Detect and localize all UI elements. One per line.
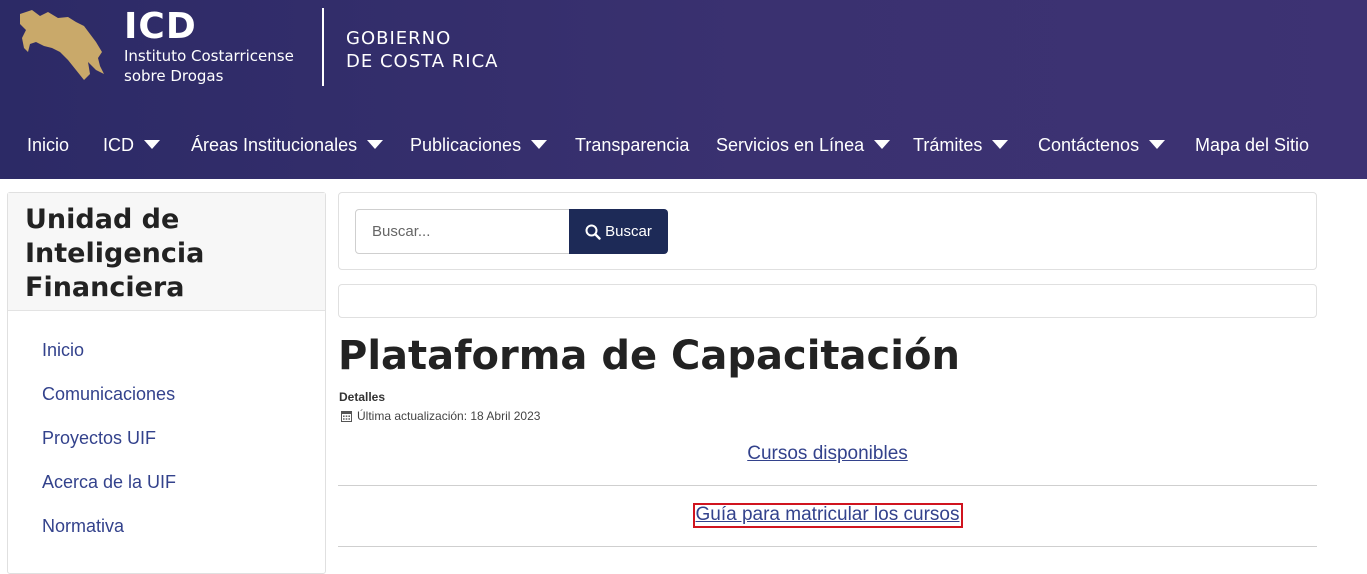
link-cursos-disponibles[interactable]: Cursos disponibles bbox=[747, 443, 908, 464]
sidebar-title-line2: Inteligencia bbox=[25, 238, 205, 269]
content-divider bbox=[338, 485, 1317, 486]
page-title: Plataforma de Capacitación bbox=[338, 333, 960, 379]
brand-subtitle-line2: sobre Drogas bbox=[124, 67, 224, 85]
nav-label: Transparencia bbox=[575, 135, 690, 155]
nav-item-mapa-del-sitio[interactable]: Mapa del Sitio bbox=[1195, 131, 1309, 159]
site-header: ICD Instituto Costarricense sobre Drogas… bbox=[0, 0, 1367, 179]
gov-line2: DE COSTA RICA bbox=[346, 51, 499, 72]
brand-subtitle: Instituto Costarricense sobre Drogas bbox=[124, 46, 294, 86]
search-button[interactable]: Buscar bbox=[569, 209, 668, 254]
sidebar-item-acerca-de-la-uif[interactable]: Acerca de la UIF bbox=[42, 472, 176, 493]
caret-down-icon bbox=[144, 139, 160, 149]
last-updated-text: Última actualización: 18 Abril 2023 bbox=[357, 409, 541, 423]
last-updated: Última actualización: 18 Abril 2023 bbox=[341, 409, 540, 423]
search-button-label: Buscar bbox=[605, 223, 652, 240]
sidebar-item-proyectos-uif[interactable]: Proyectos UIF bbox=[42, 428, 156, 449]
caret-down-icon bbox=[874, 139, 891, 149]
search-icon bbox=[585, 224, 601, 240]
sidebar-title: Unidad de Inteligencia Financiera bbox=[25, 203, 308, 305]
sidebar: Unidad de Inteligencia Financiera Inicio… bbox=[7, 192, 326, 574]
nav-label: Trámites bbox=[913, 135, 983, 155]
sidebar-item-inicio[interactable]: Inicio bbox=[42, 340, 84, 361]
caret-down-icon bbox=[992, 139, 1009, 149]
brand-subtitle-line1: Instituto Costarricense bbox=[124, 47, 294, 65]
breadcrumb-card bbox=[338, 284, 1317, 318]
nav-item-contactenos[interactable]: Contáctenos bbox=[1038, 131, 1166, 159]
sidebar-item-comunicaciones[interactable]: Comunicaciones bbox=[42, 384, 175, 405]
nav-item-servicios-en-linea[interactable]: Servicios en Línea bbox=[716, 131, 891, 159]
link-row: Guía para matricular los cursos bbox=[338, 503, 1317, 528]
brand-title: ICD bbox=[124, 6, 197, 47]
nav-label: Áreas Institucionales bbox=[191, 135, 358, 155]
header-divider bbox=[322, 8, 324, 86]
nav-item-inicio[interactable]: Inicio bbox=[27, 131, 69, 159]
main-nav: Inicio ICD Áreas Institucionales Publica… bbox=[0, 131, 1367, 159]
sidebar-header: Unidad de Inteligencia Financiera bbox=[8, 193, 325, 311]
gov-line1: GOBIERNO bbox=[346, 28, 452, 49]
sidebar-title-line3: Financiera bbox=[25, 272, 185, 303]
nav-item-icd[interactable]: ICD bbox=[103, 131, 160, 159]
nav-label: ICD bbox=[103, 135, 134, 155]
nav-label: Inicio bbox=[27, 135, 70, 155]
caret-down-icon bbox=[531, 139, 548, 149]
link-row: Cursos disponibles bbox=[338, 443, 1317, 465]
focused-link-outline: Guía para matricular los cursos bbox=[692, 503, 963, 528]
nav-item-areas-institucionales[interactable]: Áreas Institucionales bbox=[191, 131, 384, 159]
caret-down-icon bbox=[1149, 139, 1166, 149]
content-divider bbox=[338, 546, 1317, 547]
search-card: Buscar bbox=[338, 192, 1317, 270]
nav-label: Publicaciones bbox=[410, 135, 522, 155]
nav-item-tramites[interactable]: Trámites bbox=[913, 131, 1009, 159]
caret-down-icon bbox=[367, 139, 384, 149]
details-label: Detalles bbox=[339, 390, 386, 404]
calendar-icon bbox=[341, 411, 352, 422]
nav-label: Contáctenos bbox=[1038, 135, 1140, 155]
search-input[interactable] bbox=[355, 209, 570, 254]
link-guia-matricular-cursos[interactable]: Guía para matricular los cursos bbox=[696, 504, 960, 525]
government-label: GOBIERNO DE COSTA RICA bbox=[346, 27, 498, 73]
nav-label: Mapa del Sitio bbox=[1195, 135, 1310, 155]
sidebar-item-normativa[interactable]: Normativa bbox=[42, 516, 124, 537]
sidebar-title-line1: Unidad de bbox=[25, 204, 180, 235]
nav-item-publicaciones[interactable]: Publicaciones bbox=[410, 131, 548, 159]
costa-rica-map-logo-icon[interactable] bbox=[18, 8, 106, 88]
nav-item-transparencia[interactable]: Transparencia bbox=[575, 131, 689, 159]
nav-label: Servicios en Línea bbox=[716, 135, 865, 155]
